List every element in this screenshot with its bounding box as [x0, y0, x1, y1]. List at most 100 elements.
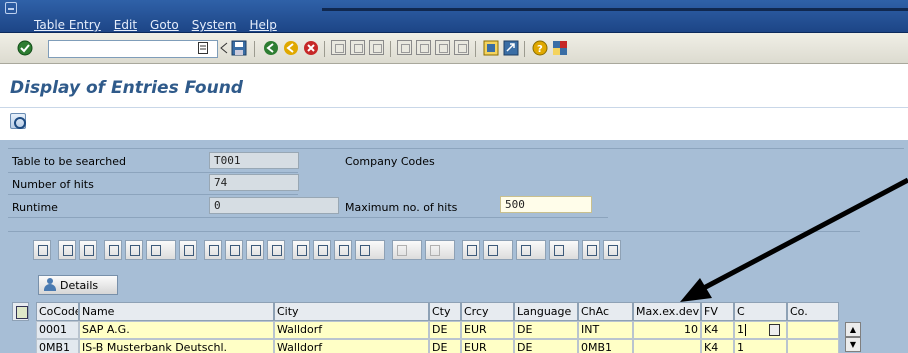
menu-items: Table Entry Edit Goto System Help [34, 18, 277, 32]
table-row-1-company[interactable] [787, 339, 839, 353]
toolbar-separator [390, 41, 391, 57]
help-icon[interactable]: ? [531, 39, 548, 56]
last-page-icon [454, 40, 469, 55]
refresh-icon[interactable] [10, 113, 26, 129]
exit-icon[interactable] [282, 39, 299, 56]
hits-label: Number of hits [12, 178, 94, 191]
filter-icon[interactable] [355, 240, 385, 260]
graphic-icon[interactable] [582, 240, 600, 260]
column-header-company[interactable]: Co. [787, 302, 839, 321]
cancel-icon[interactable] [302, 39, 319, 56]
column-header-language[interactable]: Language [514, 302, 578, 321]
layout-icon[interactable] [549, 240, 579, 260]
table-row-0-company[interactable] [787, 321, 839, 339]
table-row-0-language[interactable]: DE [514, 321, 578, 339]
command-history-icon[interactable] [194, 39, 211, 56]
column-header-country[interactable]: Cty [429, 302, 461, 321]
menu-table-entry[interactable]: Table Entry [34, 18, 101, 32]
table-row-1-chart-of-accounts[interactable]: 0MB1 [578, 339, 633, 353]
column-header-c[interactable]: C [734, 302, 787, 321]
table-row-0-max-exchange-deviation[interactable]: 10 [633, 321, 701, 339]
details-icon[interactable] [33, 240, 51, 260]
info-icon[interactable] [603, 240, 621, 260]
undo-icon[interactable] [179, 240, 197, 260]
divider [8, 194, 298, 195]
table-row-1-country[interactable]: DE [429, 339, 461, 353]
title-bar: Display of Entries Found [0, 64, 908, 108]
table-row-1-language[interactable]: DE [514, 339, 578, 353]
menu-edit[interactable]: Edit [114, 18, 137, 32]
column-header-max-exchange-deviation[interactable]: Max.ex.dev [633, 302, 701, 321]
delete-row-icon[interactable] [246, 240, 264, 260]
details-button[interactable]: Details [38, 275, 118, 295]
vertical-scrollbar[interactable]: ▲ ▼ [845, 322, 861, 353]
menu-system[interactable]: System [192, 18, 237, 32]
new-entry-icon[interactable] [204, 240, 222, 260]
table-row-0-currency[interactable]: EUR [461, 321, 514, 339]
menu-goto[interactable]: Goto [150, 18, 179, 32]
column-header-name[interactable]: Name [79, 302, 274, 321]
copy-icon[interactable] [125, 240, 143, 260]
table-row-0-name[interactable]: SAP A.G. [79, 321, 274, 339]
back-icon[interactable] [262, 39, 279, 56]
find-icon[interactable] [334, 240, 352, 260]
runtime-field: 0 [209, 197, 339, 214]
system-menu-icon[interactable] [5, 2, 17, 14]
table-row-0-fiscal-variant[interactable]: K4 [701, 321, 734, 339]
first-page-icon [397, 40, 412, 55]
alv-toolbar [33, 240, 621, 266]
table-row-1-fiscal-variant[interactable]: K4 [701, 339, 734, 353]
scroll-up-icon[interactable]: ▲ [845, 322, 861, 337]
select-all-icon[interactable] [12, 302, 29, 321]
create-session-icon[interactable] [482, 39, 499, 56]
paste-icon[interactable] [146, 240, 176, 260]
save-icon[interactable] [230, 39, 247, 56]
sort-descending-icon[interactable] [313, 240, 331, 260]
copy-row-icon[interactable] [267, 240, 285, 260]
column-header-fiscal-variant[interactable]: FV [701, 302, 734, 321]
column-header-chart-of-accounts[interactable]: ChAc [578, 302, 633, 321]
column-header-cocode[interactable]: CoCode [36, 302, 79, 321]
enter-icon[interactable] [16, 39, 33, 56]
customize-layout-icon[interactable] [551, 39, 568, 56]
table-row-0-c-value: 1 [737, 323, 744, 336]
table-row-1-cocode[interactable]: 0MB1 [36, 339, 79, 353]
person-icon [43, 278, 57, 292]
divider [8, 148, 904, 149]
standard-toolbar: ? [0, 33, 908, 64]
table-row-0-cocode[interactable]: 0001 [36, 321, 79, 339]
shortcut-icon[interactable] [502, 39, 519, 56]
column-header-currency[interactable]: Crcy [461, 302, 514, 321]
table-row-1-max-exchange-deviation[interactable] [633, 339, 701, 353]
table-row-0-c[interactable]: 1 [734, 321, 787, 339]
table-row-1-city[interactable]: Walldorf [274, 339, 429, 353]
table-row-1-name[interactable]: IS-B Musterbank Deutschl. [79, 339, 274, 353]
menu-help[interactable]: Help [249, 18, 276, 32]
table-row-0-country[interactable]: DE [429, 321, 461, 339]
column-header-city[interactable]: City [274, 302, 429, 321]
cut-icon[interactable] [104, 240, 122, 260]
sort-ascending-icon[interactable] [292, 240, 310, 260]
scroll-down-icon[interactable]: ▼ [845, 337, 861, 352]
insert-row-icon[interactable] [225, 240, 243, 260]
application-toolbar [0, 109, 908, 133]
svg-text:?: ? [537, 44, 543, 55]
table-row-1-currency[interactable]: EUR [461, 339, 514, 353]
find-next-icon [369, 40, 384, 55]
toolbar-separator [324, 41, 325, 57]
hits-field: 74 [209, 174, 299, 191]
table-row-0-chart-of-accounts[interactable]: INT [578, 321, 633, 339]
table-row-0-city[interactable]: Walldorf [274, 321, 429, 339]
view-icon[interactable] [516, 240, 546, 260]
divider [8, 231, 860, 232]
select-all-icon[interactable] [58, 240, 76, 260]
refresh-icon[interactable] [79, 240, 97, 260]
table-row-1-c[interactable]: 1 [734, 339, 787, 353]
max-hits-field[interactable]: 500 [500, 196, 592, 213]
command-field[interactable] [48, 40, 218, 58]
export-icon[interactable] [483, 240, 513, 260]
command-input[interactable] [49, 41, 199, 57]
details-label: Details [60, 278, 99, 292]
print-preview-icon[interactable] [462, 240, 480, 260]
value-help-icon[interactable] [769, 324, 780, 336]
